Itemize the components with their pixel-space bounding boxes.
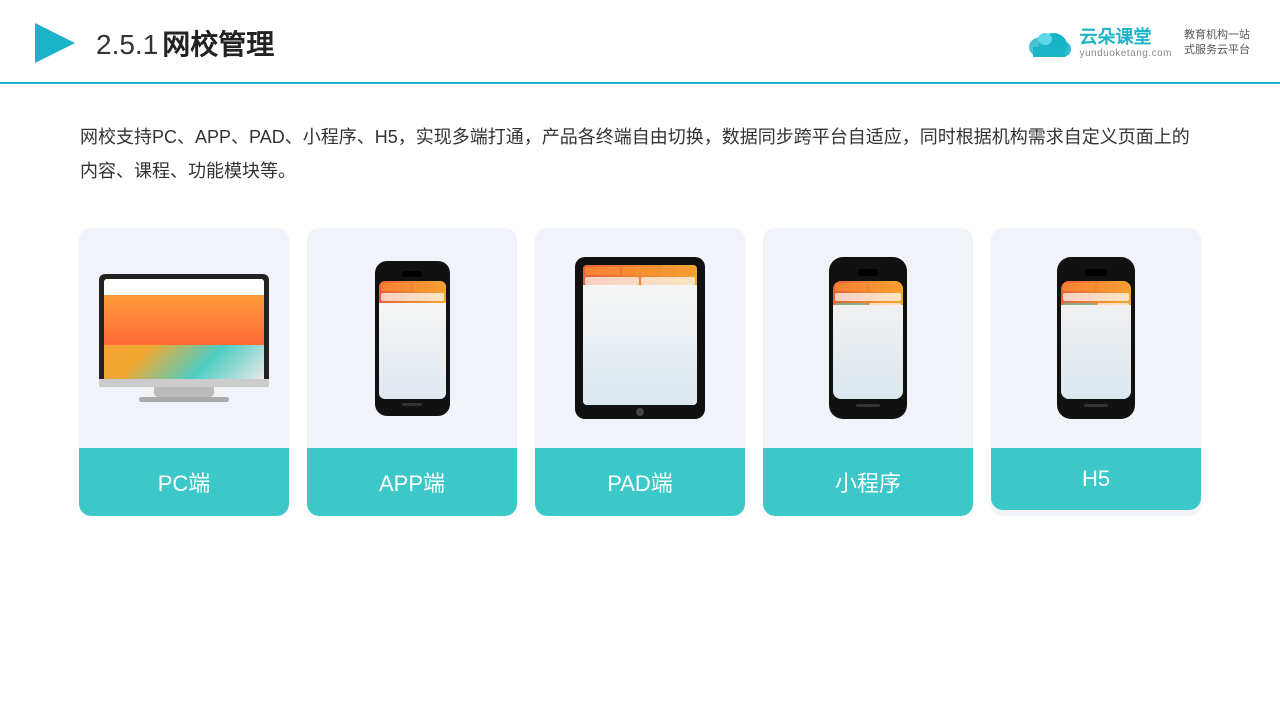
page-title: 2.5.1网校管理: [96, 23, 274, 63]
page-title-num: 2.5.1: [96, 29, 158, 60]
brand-name: 云朵课堂: [1079, 27, 1172, 49]
card-h5-label: H5: [991, 448, 1201, 510]
cloud-logo-icon: [1025, 25, 1071, 61]
device-cards-section: PC端 APP端: [0, 198, 1280, 546]
tablet-mockup: [575, 257, 705, 419]
card-pc-image: [79, 228, 289, 448]
card-miniprogram: 小程序: [763, 228, 973, 516]
pc-mockup: [99, 274, 269, 402]
brand-tagline: 教育机构一站式服务云平台: [1184, 28, 1250, 59]
brand-logo: 云朵课堂 yunduoketang.com 教育机构一站式服务云平台: [1025, 25, 1250, 61]
header-left: 2.5.1网校管理: [30, 18, 274, 68]
card-pc: PC端: [79, 228, 289, 516]
brand-url: yunduoketang.com: [1079, 48, 1172, 59]
mini-phone-mockup-2: [1057, 257, 1135, 419]
card-app-image: [307, 228, 517, 448]
header: 2.5.1网校管理 云朵课堂 yunduoketang.com 教育机构一站式服…: [0, 0, 1280, 84]
card-h5-image: [991, 228, 1201, 448]
card-app: APP端: [307, 228, 517, 516]
app-phone-mockup: [375, 261, 450, 416]
header-right: 云朵课堂 yunduoketang.com 教育机构一站式服务云平台: [1025, 25, 1250, 61]
card-h5: H5: [991, 228, 1201, 516]
card-pc-label: PC端: [79, 448, 289, 516]
card-pad-label: PAD端: [535, 448, 745, 516]
description-text: 网校支持PC、APP、PAD、小程序、H5，实现多端打通，产品各终端自由切换，数…: [0, 84, 1280, 198]
logo-arrow-icon: [30, 18, 80, 68]
card-pad-image: [535, 228, 745, 448]
card-pad: PAD端: [535, 228, 745, 516]
brand-text-block: 云朵课堂 yunduoketang.com: [1079, 27, 1172, 60]
card-miniprogram-label: 小程序: [763, 448, 973, 516]
card-miniprogram-image: [763, 228, 973, 448]
mini-phone-mockup-1: [829, 257, 907, 419]
card-app-label: APP端: [307, 448, 517, 516]
